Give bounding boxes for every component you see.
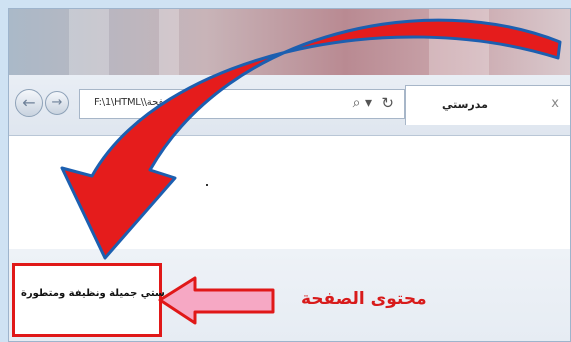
left-pointer-arrow-icon: [158, 276, 275, 325]
annotation-arrows: [60, 18, 562, 325]
curved-arrow-icon: [60, 18, 562, 260]
